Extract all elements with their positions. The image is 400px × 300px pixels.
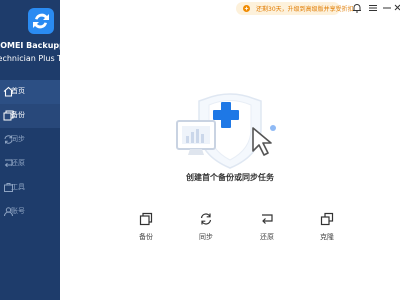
brand: AOMEI Backupper Technician Plus Trial <box>0 0 60 80</box>
sidebar-item-sync[interactable]: 同步 <box>0 128 60 152</box>
promo-text: 还剩30天，升级到高级版并享受折扣 <box>256 6 354 13</box>
sidebar: AOMEI Backupper Technician Plus Trial 首页… <box>0 0 60 300</box>
quick-action-label: 还原 <box>260 233 274 241</box>
notification-icon[interactable] <box>350 2 364 14</box>
sidebar-item-restore[interactable]: 还原 <box>0 152 60 176</box>
quick-action-label: 同步 <box>199 233 213 241</box>
sidebar-item-label: 同步 <box>11 135 25 143</box>
sidebar-item-label: 账号 <box>11 207 25 215</box>
app-edition: Technician Plus Trial <box>0 54 60 63</box>
quick-action-backup[interactable]: 备份 <box>126 212 166 242</box>
upgrade-promo-banner[interactable]: 还剩30天，升级到高级版并享受折扣 <box>236 2 354 15</box>
sidebar-item-tools[interactable]: 工具 <box>0 176 60 200</box>
restore-icon <box>262 214 273 224</box>
sync-icon <box>200 213 212 225</box>
backup-icon <box>139 212 153 226</box>
sidebar-item-label: 备份 <box>11 111 25 119</box>
clone-icon <box>320 212 334 226</box>
sidebar-item-label: 首页 <box>11 87 25 95</box>
sidebar-item-home[interactable]: 首页 <box>0 80 60 104</box>
minimize-icon[interactable] <box>380 2 394 14</box>
menu-icon[interactable] <box>366 2 380 14</box>
empty-state-title: 创建首个备份或同步任务 <box>186 173 274 182</box>
quick-action-sync[interactable]: 同步 <box>186 212 226 242</box>
empty-state-illustration <box>176 93 276 169</box>
sidebar-item-label: 还原 <box>11 159 25 167</box>
quick-action-label: 备份 <box>139 233 153 241</box>
quick-action-clone[interactable]: 克隆 <box>307 212 347 242</box>
quick-action-restore[interactable]: 还原 <box>247 212 287 242</box>
app-name: AOMEI Backupper <box>0 41 60 50</box>
quick-action-label: 克隆 <box>320 233 334 241</box>
sidebar-item-label: 工具 <box>11 183 25 191</box>
app-logo-icon <box>28 8 54 34</box>
close-icon[interactable] <box>394 2 400 14</box>
sidebar-item-account[interactable]: 账号 <box>0 200 60 224</box>
gift-icon <box>243 5 250 12</box>
sidebar-item-backup[interactable]: 备份 <box>0 104 60 128</box>
